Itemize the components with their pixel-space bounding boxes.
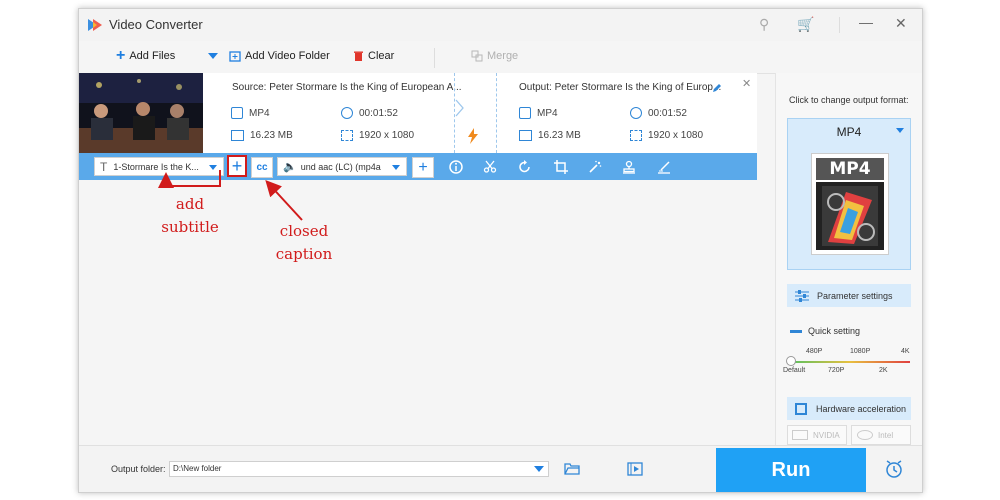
add-subtitle-arrow: [158, 170, 221, 188]
add-subtitle-annotation-line2: subtitle: [161, 218, 219, 236]
add-subtitle-annotation: add subtitle: [155, 193, 225, 239]
annotation-arrows: [158, 170, 303, 221]
add-subtitle-annotation-line1: add: [175, 195, 205, 213]
closed-caption-annotation-line2: caption: [275, 245, 333, 263]
closed-caption-annotation: closed caption: [264, 220, 344, 266]
closed-caption-arrow: [265, 180, 303, 221]
closed-caption-annotation-line1: closed: [279, 222, 329, 240]
